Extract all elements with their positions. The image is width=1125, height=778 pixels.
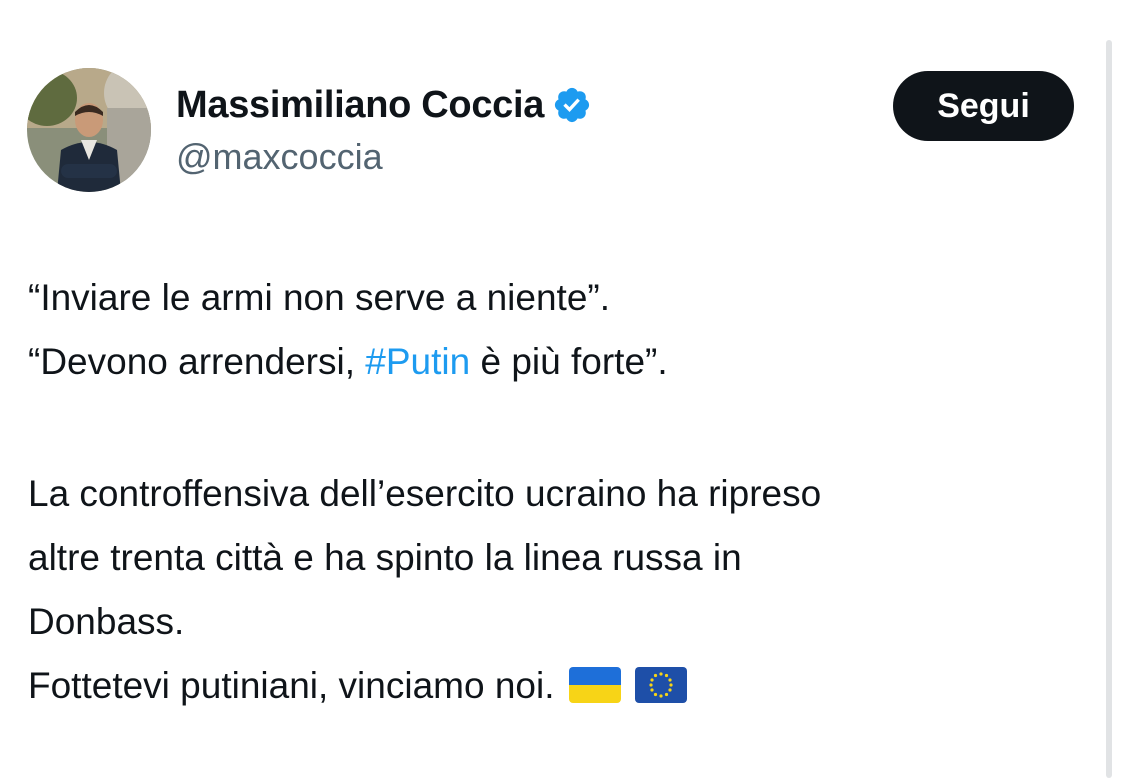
eu-flag-icon bbox=[634, 667, 687, 704]
tweet-line-highlighted: Donbass. bbox=[28, 590, 1098, 654]
tweet-line: “Inviare le armi non serve a niente”. bbox=[28, 277, 610, 318]
tweet-page: Massimiliano Coccia @maxcoccia Segui “In… bbox=[0, 0, 1125, 778]
tweet-text-segment: “Devono arrendersi, bbox=[28, 341, 366, 382]
tweet-text-segment: è più forte”. bbox=[470, 341, 668, 382]
verified-badge-icon bbox=[555, 87, 590, 123]
highlighted-text: La controffensiva dell’esercito ucraino … bbox=[28, 473, 822, 514]
highlighted-text: Fottetevi putiniani, vinciamo noi. bbox=[28, 665, 555, 706]
avatar[interactable] bbox=[27, 68, 151, 192]
tweet-line-highlighted: altre trenta città e ha spinto la linea … bbox=[28, 526, 1098, 590]
ukraine-flag-icon bbox=[568, 667, 621, 704]
scrollbar[interactable] bbox=[1106, 40, 1112, 778]
tweet-text: “Inviare le armi non serve a niente”. “D… bbox=[28, 266, 1098, 718]
highlighted-text: altre trenta città e ha spinto la linea … bbox=[28, 537, 742, 578]
highlight-marker: Fottetevi putiniani, vinciamo noi. bbox=[28, 654, 687, 718]
tweet-line: “Devono arrendersi, #Putin è più forte”. bbox=[28, 330, 1098, 394]
highlight-marker: altre trenta città e ha spinto la linea … bbox=[28, 526, 742, 590]
author-name-row: Massimiliano Coccia bbox=[176, 80, 592, 130]
tweet-line-highlighted: La controffensiva dell’esercito ucraino … bbox=[28, 462, 1098, 526]
tweet-line-highlighted: Fottetevi putiniani, vinciamo noi. bbox=[28, 654, 1098, 718]
highlight-marker: Donbass. bbox=[28, 590, 184, 654]
follow-button[interactable]: Segui bbox=[893, 71, 1074, 141]
avatar-image bbox=[27, 68, 151, 192]
hashtag-link[interactable]: #Putin bbox=[365, 341, 470, 382]
author-display-name[interactable]: Massimiliano Coccia bbox=[176, 84, 544, 127]
highlighted-text: Donbass. bbox=[28, 601, 185, 642]
author-handle[interactable]: @maxcoccia bbox=[176, 136, 383, 178]
highlight-marker: La controffensiva dell’esercito ucraino … bbox=[28, 462, 821, 526]
